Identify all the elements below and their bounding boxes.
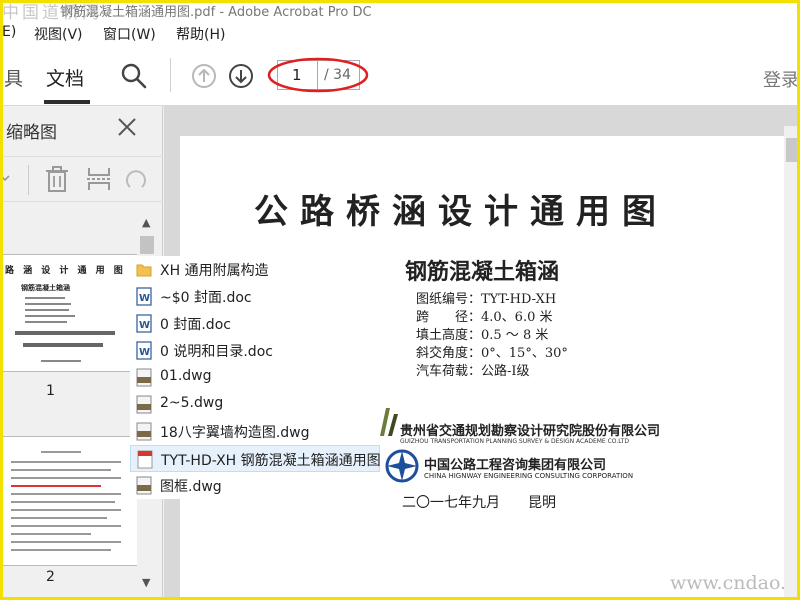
screenshot-border: [0, 0, 800, 600]
